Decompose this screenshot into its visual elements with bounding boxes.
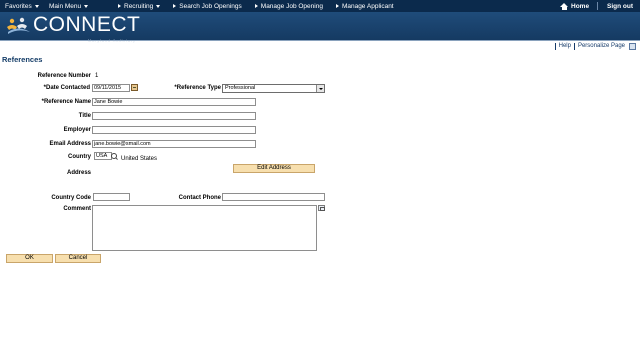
chevron-right-icon bbox=[173, 4, 177, 8]
contact-phone-label: Contact Phone bbox=[178, 195, 221, 201]
main-menu-label: Main Menu bbox=[49, 2, 82, 10]
title-input[interactable] bbox=[92, 112, 256, 120]
email-address-input[interactable]: jane.bowie@smail.com bbox=[92, 140, 256, 148]
help-link[interactable]: Help bbox=[559, 43, 571, 49]
main-menu[interactable]: Main Menu bbox=[44, 3, 110, 10]
title-label: Title bbox=[78, 113, 91, 119]
home-icon bbox=[560, 2, 568, 10]
country-name: United States bbox=[121, 156, 158, 162]
new-window-icon[interactable] bbox=[629, 42, 636, 50]
breadcrumb-label: Recruiting bbox=[124, 2, 154, 10]
breadcrumb-search-job-openings[interactable]: Search Job Openings bbox=[165, 3, 247, 10]
reference-number-label: Reference Number bbox=[37, 73, 91, 79]
country-code-input[interactable]: USA bbox=[94, 152, 112, 160]
home-link[interactable]: Home bbox=[560, 0, 589, 12]
lookup-icon[interactable] bbox=[111, 153, 118, 160]
page-title: References bbox=[2, 55, 43, 64]
ok-button[interactable]: OK bbox=[6, 254, 53, 263]
chevron-down-icon bbox=[84, 4, 89, 8]
reference-type-select[interactable]: Professional bbox=[222, 84, 325, 93]
chevron-down-icon bbox=[34, 4, 39, 8]
breadcrumb-label: Search Job Openings bbox=[179, 2, 242, 10]
country-code-label: Country Code bbox=[51, 195, 91, 201]
country-code-phone-input[interactable] bbox=[93, 193, 130, 201]
reference-name-label: *Reference Name bbox=[41, 99, 91, 105]
chevron-right-icon bbox=[254, 4, 258, 8]
favorites-menu[interactable]: Favorites bbox=[0, 3, 44, 10]
sign-out-label: Sign out bbox=[607, 2, 633, 10]
chevron-down-icon bbox=[156, 4, 161, 8]
brand-name: CONNECT bbox=[33, 13, 141, 36]
chevron-down-icon bbox=[316, 85, 324, 92]
contact-phone-input[interactable] bbox=[222, 193, 325, 201]
reference-name-input[interactable]: Jane Bowie bbox=[92, 98, 256, 106]
employer-label: Employer bbox=[63, 127, 91, 133]
breadcrumb-manage-applicant[interactable]: Manage Applicant bbox=[328, 3, 399, 10]
address-label: Address bbox=[66, 170, 91, 176]
page-links: Help Personalize Page bbox=[552, 42, 636, 50]
connect-logo-icon bbox=[7, 17, 30, 34]
date-contacted-input[interactable]: 09/11/2015 bbox=[92, 84, 130, 92]
banner-divider bbox=[0, 40, 640, 41]
comment-label: Comment bbox=[63, 206, 91, 212]
reference-type-label: *Reference Type bbox=[174, 85, 221, 91]
date-contacted-label: *Date Contacted bbox=[43, 85, 90, 91]
favorites-label: Favorites bbox=[5, 2, 32, 10]
chevron-right-icon bbox=[335, 4, 339, 8]
breadcrumb-manage-job-opening[interactable]: Manage Job Opening bbox=[247, 3, 328, 10]
reference-type-value: Professional bbox=[225, 85, 256, 91]
expand-comment-icon[interactable] bbox=[318, 205, 325, 211]
employer-input[interactable] bbox=[92, 126, 256, 134]
comment-textarea[interactable] bbox=[92, 205, 317, 251]
breadcrumb-recruiting[interactable]: Recruiting bbox=[110, 3, 165, 10]
edit-address-button[interactable]: Edit Address bbox=[233, 164, 315, 173]
header-banner: CONNECT Maryland Judiciary bbox=[0, 12, 640, 43]
cancel-button[interactable]: Cancel bbox=[55, 254, 101, 263]
link-divider bbox=[573, 42, 575, 50]
breadcrumb-label: Manage Job Opening bbox=[260, 2, 323, 10]
email-address-label: Email Address bbox=[49, 141, 91, 147]
nav-divider bbox=[597, 2, 598, 10]
chevron-right-icon bbox=[118, 4, 121, 8]
country-label: Country bbox=[68, 154, 91, 160]
top-nav-bar: Favorites Main Menu Recruiting Search Jo… bbox=[0, 0, 640, 12]
breadcrumb-label: Manage Applicant bbox=[341, 2, 394, 10]
personalize-page-link[interactable]: Personalize Page bbox=[578, 43, 625, 49]
home-label: Home bbox=[571, 2, 590, 10]
reference-number-value: 1 bbox=[95, 73, 99, 79]
sign-out-link[interactable]: Sign out bbox=[607, 0, 633, 12]
link-divider bbox=[554, 42, 556, 50]
